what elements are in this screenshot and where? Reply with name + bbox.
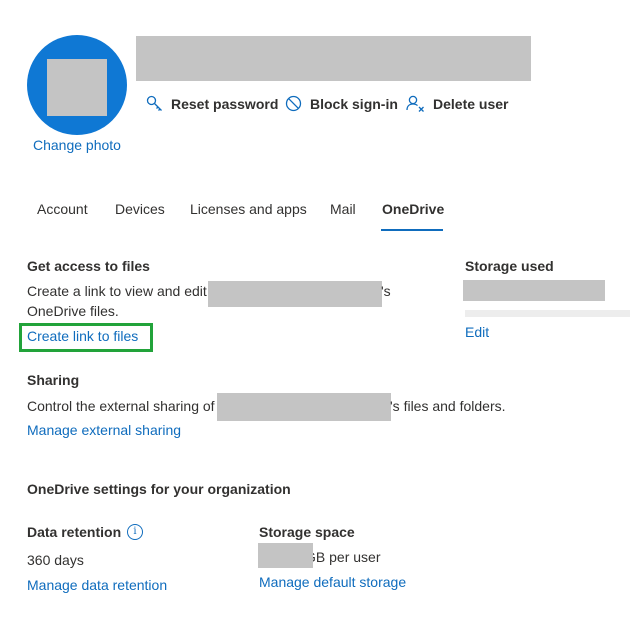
storage-space-value: GB per user xyxy=(305,549,381,565)
tab-devices[interactable]: Devices xyxy=(115,201,165,217)
files-description-suffix: 's xyxy=(381,283,391,299)
reset-password-label: Reset password xyxy=(171,95,279,112)
reset-password-button[interactable]: Reset password xyxy=(146,95,278,112)
highlight-box xyxy=(19,323,153,352)
storage-amount-redacted xyxy=(258,543,313,568)
delete-user-icon xyxy=(406,95,424,112)
key-icon xyxy=(146,95,162,111)
user-name-redacted xyxy=(217,393,391,421)
files-description-prefix: Create a link to view and edit xyxy=(27,283,207,299)
delete-user-label: Delete user xyxy=(433,95,509,112)
org-settings-heading: OneDrive settings for your organization xyxy=(27,481,291,497)
change-photo-link[interactable]: Change photo xyxy=(33,137,121,153)
block-signin-label: Block sign-in xyxy=(310,95,398,112)
manage-data-retention-link[interactable]: Manage data retention xyxy=(27,577,167,593)
files-description-line2: OneDrive files. xyxy=(27,303,119,319)
edit-storage-link[interactable]: Edit xyxy=(465,324,489,340)
manage-default-storage-link[interactable]: Manage default storage xyxy=(259,574,406,590)
info-icon[interactable]: i xyxy=(127,524,143,540)
manage-external-sharing-link[interactable]: Manage external sharing xyxy=(27,422,181,438)
delete-user-button[interactable]: Delete user xyxy=(406,95,508,112)
storage-used-heading: Storage used xyxy=(465,258,554,274)
files-heading: Get access to files xyxy=(27,258,150,274)
tab-mail[interactable]: Mail xyxy=(330,201,356,217)
block-signin-button[interactable]: Block sign-in xyxy=(285,95,398,112)
avatar-image-placeholder xyxy=(47,59,107,116)
user-name-redacted xyxy=(136,36,531,81)
storage-space-label: Storage space xyxy=(259,524,355,540)
sharing-description-suffix: 's files and folders. xyxy=(390,398,506,414)
user-name-redacted xyxy=(208,281,382,307)
tab-licenses-and-apps[interactable]: Licenses and apps xyxy=(190,201,307,217)
sharing-description-prefix: Control the external sharing of xyxy=(27,398,215,414)
active-tab-indicator xyxy=(381,229,443,231)
sharing-heading: Sharing xyxy=(27,372,80,388)
data-retention-label: Data retention xyxy=(27,524,122,540)
tab-account[interactable]: Account xyxy=(37,201,88,217)
storage-usage-bar xyxy=(465,310,630,317)
data-retention-value: 360 days xyxy=(27,552,84,568)
storage-used-value-redacted xyxy=(463,280,605,301)
block-icon xyxy=(285,95,302,112)
tab-onedrive[interactable]: OneDrive xyxy=(382,201,444,217)
